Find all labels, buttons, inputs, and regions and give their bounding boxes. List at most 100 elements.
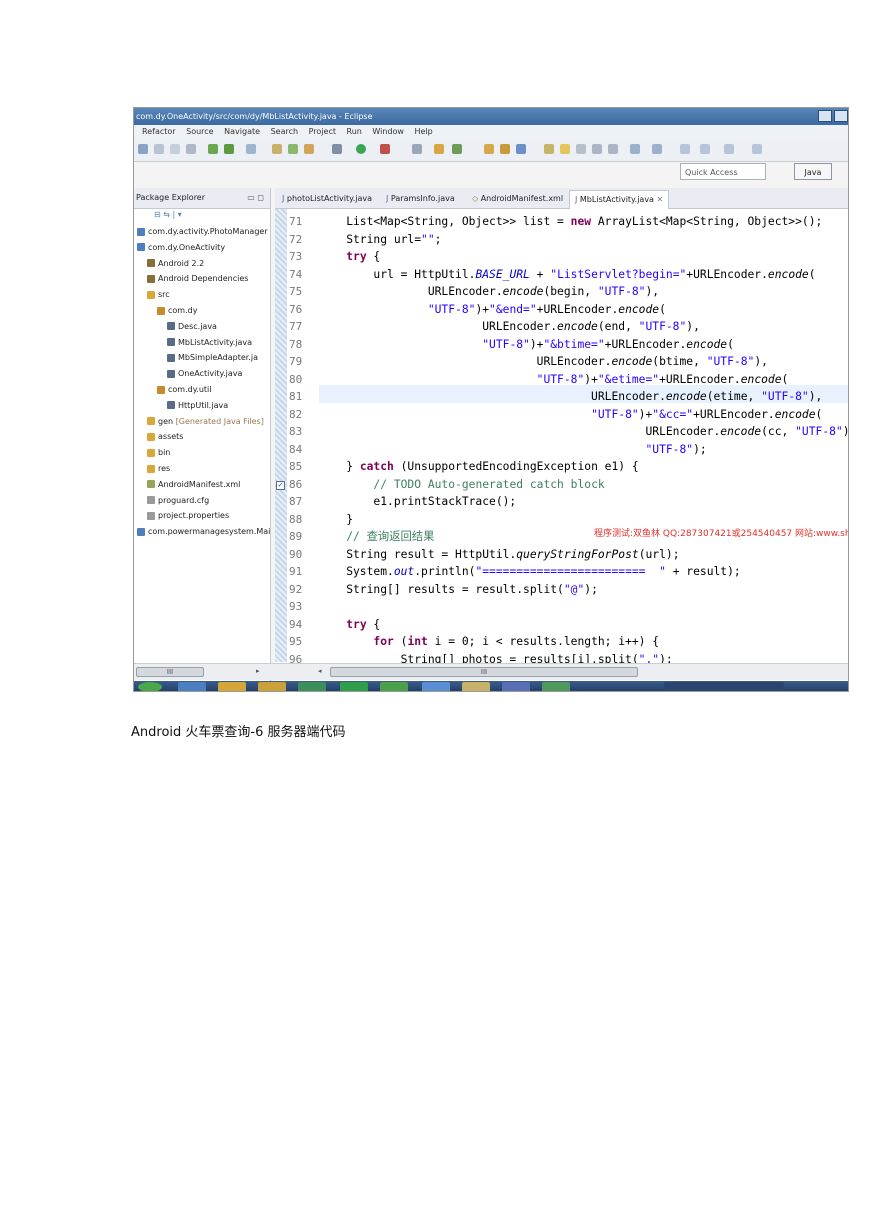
avd-manager-icon[interactable]	[224, 144, 234, 154]
forward-icon[interactable]	[700, 144, 710, 154]
minimize-button[interactable]	[818, 110, 832, 122]
save-icon[interactable]	[154, 144, 164, 154]
collapse-all-icon[interactable]: ⊟ ⇆ | ▾	[154, 210, 182, 219]
tab-mblistactivity[interactable]: J MbListActivity.java ✕	[569, 190, 670, 209]
maximize-button[interactable]	[834, 110, 848, 122]
package-explorer-title: Package Explorer	[136, 193, 206, 202]
prev-annotation-icon[interactable]	[652, 144, 662, 154]
tree-item[interactable]: com.dy	[157, 303, 197, 318]
open-task-icon[interactable]	[452, 144, 462, 154]
next-annotation-icon[interactable]	[630, 144, 640, 154]
editor-tabs: J photoListActivity.java J ParamsInfo.ja…	[275, 188, 848, 209]
last-edit-icon[interactable]	[724, 144, 734, 154]
view-controls[interactable]: ▭ ◻	[247, 188, 264, 208]
tree-item[interactable]: bin	[147, 445, 170, 460]
tree-item[interactable]: HttpUtil.java	[167, 398, 228, 413]
open-file-icon[interactable]	[500, 144, 510, 154]
line-number: 87	[289, 495, 303, 508]
start-button-icon[interactable]	[138, 682, 162, 691]
menu-project[interactable]: Project	[309, 127, 336, 136]
tree-item[interactable]: Android 2.2	[147, 256, 204, 271]
code-line-74: url = HttpUtil.BASE_URL + "ListServlet?b…	[319, 267, 816, 281]
taskbar-app-icon[interactable]	[298, 682, 326, 691]
close-icon[interactable]: ✕	[657, 195, 664, 204]
tree-item[interactable]: gen [Generated Java Files]	[147, 414, 264, 429]
lint-icon[interactable]	[246, 144, 256, 154]
show-source-icon[interactable]	[608, 144, 618, 154]
editor-scrollbar[interactable]: III	[330, 667, 638, 677]
debug-icon[interactable]	[332, 144, 342, 154]
menu-run[interactable]: Run	[347, 127, 362, 136]
java-file-icon	[167, 401, 175, 410]
android-sdk-icon[interactable]	[208, 144, 218, 154]
task-marker-icon[interactable]: ✓	[276, 481, 285, 490]
taskbar-chrome-icon[interactable]	[340, 682, 368, 691]
java-perspective-button[interactable]: Java	[794, 163, 832, 180]
main-toolbar	[134, 139, 848, 162]
menu-window[interactable]: Window	[372, 127, 404, 136]
menu-navigate[interactable]: Navigate	[224, 127, 260, 136]
source-code[interactable]: List<Map<String, Object>> list = new Arr…	[319, 209, 848, 666]
open-type-icon[interactable]	[434, 144, 444, 154]
new-icon[interactable]	[138, 144, 148, 154]
tree-item[interactable]: OneActivity.java	[167, 366, 242, 381]
toggle-icon[interactable]	[412, 144, 422, 154]
taskbar-ie-icon[interactable]	[178, 682, 206, 691]
tab-paramsinfo[interactable]: J ParamsInfo.java	[381, 190, 460, 208]
tree-item[interactable]: AndroidManifest.xml	[147, 477, 240, 492]
run-icon[interactable]	[356, 144, 366, 154]
taskbar-folder-icon[interactable]	[258, 682, 286, 691]
scroll-left-icon[interactable]: ◂	[318, 667, 322, 675]
folder-icon	[147, 290, 155, 299]
new-class-icon[interactable]	[288, 144, 298, 154]
tree-item-label: res	[158, 464, 171, 473]
package-explorer: Package Explorer ▭ ◻ com.dy.activity.Pho…	[134, 188, 271, 681]
open-folder-icon[interactable]	[484, 144, 494, 154]
line-number: 90	[289, 547, 303, 561]
tree-item[interactable]: MbSimpleAdapter.ja	[167, 350, 258, 365]
pin-editor-icon[interactable]	[752, 144, 762, 154]
tree-item[interactable]: com.dy.activity.PhotoManager	[137, 224, 268, 239]
wizard-icon[interactable]	[304, 144, 314, 154]
tab-photolistactivity[interactable]: J photoListActivity.java	[277, 190, 377, 208]
taskbar-green-icon[interactable]	[380, 682, 408, 691]
tree-item[interactable]: com.dy.util	[157, 382, 212, 397]
save-all-icon[interactable]	[170, 144, 180, 154]
tree-item[interactable]: res	[147, 461, 170, 476]
tree-item[interactable]: Desc.java	[167, 319, 217, 334]
taskbar-explorer-icon[interactable]	[218, 682, 246, 691]
back-icon[interactable]	[680, 144, 690, 154]
code-line-81: URLEncoder.encode(etime, "UTF-8"),	[319, 390, 823, 403]
taskbar-eclipse-icon[interactable]	[542, 682, 570, 691]
print-icon[interactable]	[186, 144, 196, 154]
tree-item[interactable]: src	[147, 287, 170, 302]
tree-item[interactable]: com.dy.OneActivity	[137, 240, 225, 255]
tree-item[interactable]: proguard.cfg	[147, 493, 209, 508]
menu-help[interactable]: Help	[415, 127, 433, 136]
menu-refactor[interactable]: Refactor	[142, 127, 176, 136]
show-whitespace-icon[interactable]	[592, 144, 602, 154]
taskbar-files-icon[interactable]	[462, 682, 490, 691]
tab-androidmanifest[interactable]: ◇ AndroidManifest.xml	[467, 190, 568, 208]
search-icon[interactable]	[516, 144, 526, 154]
tree-item[interactable]: Android Dependencies	[147, 271, 248, 286]
tree-item[interactable]: assets	[147, 429, 183, 444]
taskbar-browser-icon[interactable]	[422, 682, 450, 691]
menu-source[interactable]: Source	[186, 127, 213, 136]
menu-search[interactable]: Search	[271, 127, 298, 136]
eclipse-screenshot: com.dy.OneActivity/src/com/dy/MbListActi…	[133, 107, 849, 692]
quick-access-input[interactable]: Quick Access	[680, 163, 766, 180]
java-file-icon	[167, 369, 175, 378]
new-project-icon[interactable]	[272, 144, 282, 154]
external-tools-icon[interactable]	[380, 144, 390, 154]
pin-icon[interactable]	[544, 144, 554, 154]
package-explorer-scrollbar[interactable]: III	[136, 667, 204, 677]
tree-item[interactable]: com.powermanagesystem.Mai	[137, 524, 270, 539]
scroll-right-icon[interactable]: ▸	[256, 667, 260, 675]
line-numbers: 71 72 73 74 75 76 77 78 79 80 81 82 83 84 85 86 87 88 89 90…	[289, 209, 319, 666]
taskbar-media-icon[interactable]	[502, 682, 530, 691]
mark-occurrences-icon[interactable]	[560, 144, 570, 154]
tree-item[interactable]: MbListActivity.java	[167, 335, 252, 350]
tree-item[interactable]: project.properties	[147, 508, 229, 523]
block-select-icon[interactable]	[576, 144, 586, 154]
